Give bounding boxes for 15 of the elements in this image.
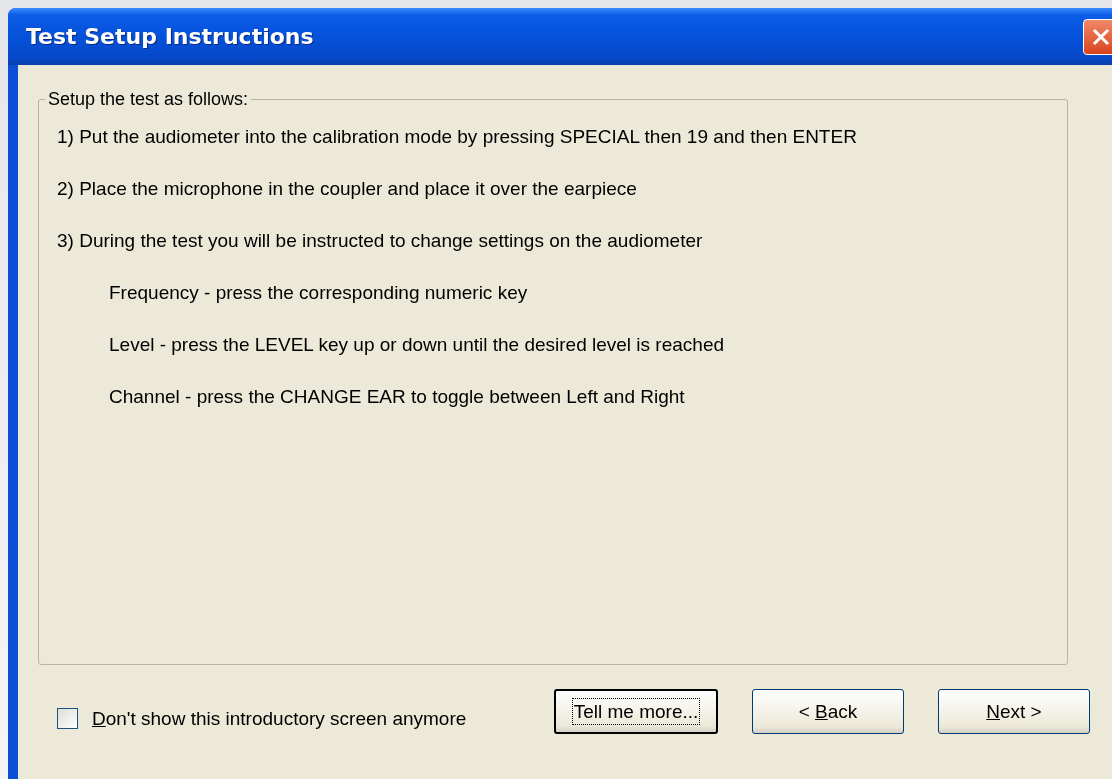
instruction-detail: Level - press the LEVEL key up or down until the desired level is reached — [108, 333, 726, 357]
close-icon — [1091, 26, 1111, 47]
dialog-button[interactable]: Tell me more... — [554, 689, 718, 734]
checkbox[interactable] — [57, 708, 78, 729]
instruction-step: 1) Put the audiometer into the calibration mode by pressing SPECIAL then 19 and then ENTER — [49, 122, 1057, 174]
dialog-button[interactable]: Next > — [938, 689, 1090, 734]
instruction-step: 2) Place the microphone in the coupler and place it over the earpiece — [49, 174, 1057, 226]
dialog-button[interactable]: < Back — [752, 689, 904, 734]
instruction-detail: Channel - press the CHANGE EAR to toggle between Left and Right — [108, 385, 686, 409]
close-button[interactable] — [1083, 18, 1112, 55]
instruction-detail: Frequency - press the corresponding numeric key — [108, 281, 529, 305]
group-legend: Setup the test as follows: — [45, 89, 252, 110]
instruction-step: 3) During the test you will be instructed to change settings on the audiometer — [49, 226, 1057, 278]
window-title: Test Setup Instructions — [26, 24, 314, 49]
checkbox-label[interactable]: Don't show this introductory screen anymore — [92, 707, 467, 730]
